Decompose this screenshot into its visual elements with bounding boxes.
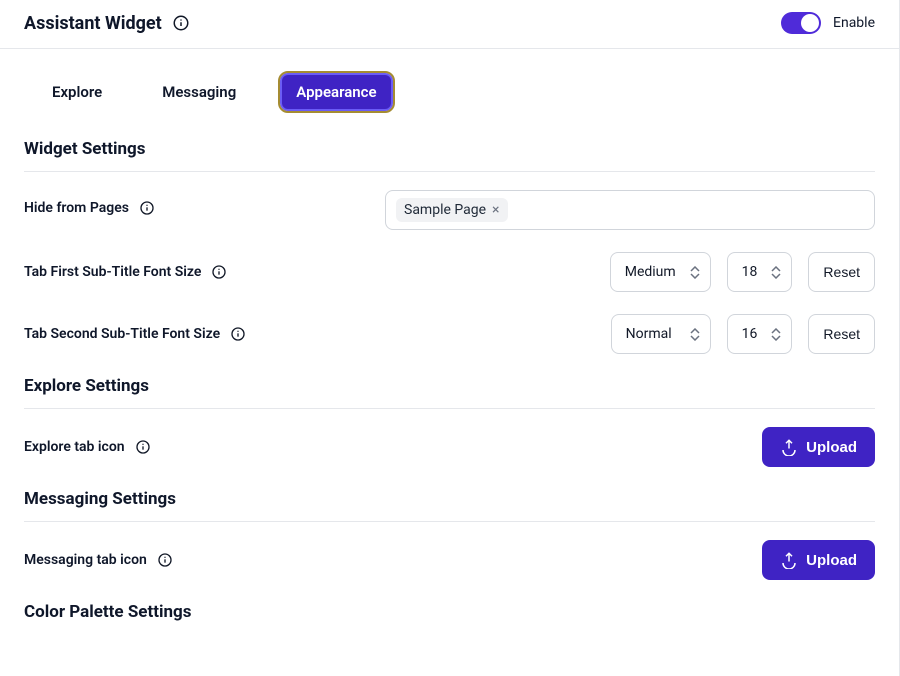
header: Assistant Widget Enable: [0, 0, 899, 49]
tab-second-reset-button[interactable]: Reset: [808, 314, 875, 354]
chevron-updown-icon: [688, 253, 702, 291]
label-tab-second-font-text: Tab Second Sub-Title Font Size: [24, 326, 220, 342]
label-messaging-icon-text: Messaging tab icon: [24, 552, 147, 568]
page-title: Assistant Widget: [24, 13, 162, 34]
tab-first-size-stepper[interactable]: 18: [727, 252, 793, 292]
chevron-updown-icon: [688, 315, 702, 353]
row-messaging-icon: Messaging tab icon Upload: [24, 540, 875, 580]
number-value: 18: [742, 264, 758, 280]
tab-first-weight-select[interactable]: Medium: [610, 252, 711, 292]
toggle-knob: [801, 14, 819, 32]
header-left: Assistant Widget: [24, 13, 190, 34]
section-widget-settings-title: Widget Settings: [24, 139, 875, 172]
tab-first-reset-button[interactable]: Reset: [808, 252, 875, 292]
upload-icon: [780, 551, 798, 569]
controls-tab-second: Normal 16 Reset: [611, 314, 875, 354]
upload-label: Upload: [806, 552, 857, 569]
tab-second-size-stepper[interactable]: 16: [727, 314, 793, 354]
label-tab-second-font: Tab Second Sub-Title Font Size: [24, 326, 246, 342]
label-messaging-icon: Messaging tab icon: [24, 552, 173, 568]
chip-sample-page: Sample Page ×: [396, 198, 508, 222]
label-hide-from-pages: Hide from Pages: [24, 190, 155, 216]
enable-label: Enable: [833, 15, 875, 31]
info-icon[interactable]: [211, 264, 227, 280]
info-icon[interactable]: [135, 439, 151, 455]
number-value: 16: [742, 326, 758, 342]
row-hide-from-pages: Hide from Pages Sample Page ×: [24, 190, 875, 230]
label-tab-first-font-text: Tab First Sub-Title Font Size: [24, 264, 201, 280]
messaging-upload-button[interactable]: Upload: [762, 540, 875, 580]
tab-messaging[interactable]: Messaging: [146, 73, 252, 111]
select-value: Normal: [626, 326, 672, 342]
close-icon[interactable]: ×: [492, 203, 499, 217]
tab-appearance[interactable]: Appearance: [280, 73, 392, 111]
tab-second-weight-select[interactable]: Normal: [611, 314, 711, 354]
header-right: Enable: [781, 12, 875, 34]
chevron-updown-icon: [769, 253, 783, 291]
controls-tab-first: Medium 18 Reset: [610, 252, 875, 292]
upload-icon: [780, 438, 798, 456]
select-value: Medium: [625, 264, 676, 280]
info-icon[interactable]: [230, 326, 246, 342]
upload-label: Upload: [806, 439, 857, 456]
label-explore-icon: Explore tab icon: [24, 439, 151, 455]
label-tab-first-font: Tab First Sub-Title Font Size: [24, 264, 227, 280]
row-tab-second-font: Tab Second Sub-Title Font Size Normal: [24, 314, 875, 354]
enable-toggle[interactable]: [781, 12, 821, 34]
info-icon[interactable]: [157, 552, 173, 568]
section-explore-settings-title: Explore Settings: [24, 376, 875, 409]
row-explore-icon: Explore tab icon Upload: [24, 427, 875, 467]
label-explore-icon-text: Explore tab icon: [24, 439, 125, 455]
section-messaging-settings-title: Messaging Settings: [24, 489, 875, 522]
hide-from-pages-input[interactable]: Sample Page ×: [385, 190, 875, 230]
explore-upload-button[interactable]: Upload: [762, 427, 875, 467]
chevron-updown-icon: [769, 315, 783, 353]
tabs: Explore Messaging Appearance: [24, 73, 875, 111]
section-color-palette-title: Color Palette Settings: [24, 602, 875, 634]
chip-text: Sample Page: [404, 202, 486, 218]
label-hide-from-pages-text: Hide from Pages: [24, 200, 129, 216]
row-tab-first-font: Tab First Sub-Title Font Size Medium 1: [24, 252, 875, 292]
info-icon[interactable]: [172, 14, 190, 32]
tab-explore[interactable]: Explore: [36, 73, 118, 111]
info-icon[interactable]: [139, 200, 155, 216]
